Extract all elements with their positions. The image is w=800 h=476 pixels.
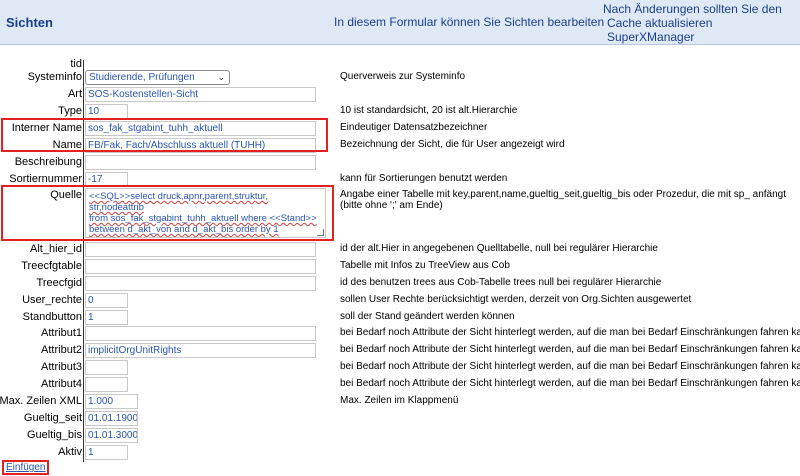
standbutton-label: Standbutton (22, 311, 82, 323)
beschreibung-input[interactable] (85, 155, 316, 170)
type-label: Type (58, 105, 82, 117)
aktiv-label: Aktiv (58, 446, 82, 458)
attribut1-input[interactable] (85, 326, 316, 341)
attribut2-label: Attribut2 (41, 344, 82, 356)
treecfgtable-label: Treecfgtable (21, 260, 82, 272)
systeminfo-select[interactable]: Studierende, Prüfungen ⌄ (85, 70, 230, 85)
name-label: Name (52, 139, 82, 151)
sortiernummer-desc: kann für Sortierungen benutzt werden (340, 173, 508, 184)
cache-note-line2: Cache aktualisieren (607, 16, 713, 30)
tid-label: tid (70, 58, 82, 70)
attribut4-desc: bei Bedarf noch Attribute der Sicht hint… (340, 378, 800, 389)
page-title: Sichten (6, 15, 53, 30)
einfuegen-button[interactable]: Einfügen (2, 460, 50, 475)
name-desc: Bezeichnung der Sicht, die für User ange… (340, 139, 565, 150)
chevron-down-icon: ⌄ (217, 72, 225, 82)
label-divider (83, 60, 84, 462)
page-header: Sichten In diesem Formular können Sie Si… (0, 0, 800, 45)
max-zeilen-input[interactable]: 1.000 (85, 394, 138, 409)
attribut2-input[interactable]: implicitOrgUnitRights (85, 343, 316, 358)
aktiv-input[interactable]: 1 (85, 445, 128, 460)
sortiernummer-input[interactable]: -17 (85, 172, 128, 187)
quelle-desc-line2: (bitte ohne ';' am Ende) (340, 200, 443, 211)
quelle-textarea[interactable]: <<SQL>>select druck,apnr,parent,struktur… (85, 188, 326, 238)
name-input[interactable]: FB/Fak, Fach/Abschluss aktuell (TUHH) (85, 138, 316, 153)
standbutton-input[interactable]: 1 (85, 310, 128, 325)
systeminfo-label: Systeminfo (27, 71, 82, 83)
systeminfo-value: Studierende, Prüfungen (89, 72, 195, 83)
beschreibung-label: Beschreibung (14, 156, 82, 168)
treecfgtable-desc: Tabelle mit Infos zu TreeView aus Cob (340, 260, 510, 271)
quelle-desc-line1: Angabe einer Tabelle mit key,parent,name… (340, 189, 787, 200)
attribut1-label: Attribut1 (41, 327, 82, 339)
quelle-line1: <<SQL>>select druck,apnr,parent,struktur… (89, 191, 269, 213)
gueltig-seit-input[interactable]: 01.01.1900 (85, 411, 138, 426)
gueltig-seit-label: Gueltig_seit (23, 412, 82, 424)
max-zeilen-desc: Max. Zeilen im Klappmenü (340, 395, 459, 406)
quelle-line3: between d_akt_von and d_akt_bis order by… (89, 224, 279, 235)
gueltig-bis-input[interactable]: 01.01.3000 (85, 428, 138, 443)
user-rechte-desc: sollen User Rechte berücksichtigt werden… (340, 294, 692, 305)
user-rechte-input[interactable]: 0 (85, 293, 128, 308)
treecfgid-label: Treecfgid (36, 277, 82, 289)
cache-note: Nach Änderungen sollten Sie den Cache ak… (603, 2, 800, 44)
attribut3-desc: bei Bedarf noch Attribute der Sicht hint… (340, 361, 800, 372)
attribut1-desc: bei Bedarf noch Attribute der Sicht hint… (340, 327, 800, 338)
attribut4-label: Attribut4 (41, 378, 82, 390)
resize-grip-icon[interactable] (317, 229, 324, 236)
max-zeilen-label: Max. Zeilen XML (0, 395, 82, 407)
attribut2-desc: bei Bedarf noch Attribute der Sicht hint… (340, 344, 800, 355)
sortiernummer-label: Sortiernummer (9, 173, 82, 185)
attribut3-input[interactable] (85, 360, 128, 375)
type-input[interactable]: 10 (85, 104, 128, 119)
user-rechte-label: User_rechte (22, 294, 82, 306)
cache-note-line1: Nach Änderungen sollten Sie den (603, 2, 782, 16)
attribut4-input[interactable] (85, 377, 128, 392)
treecfgid-input[interactable] (85, 276, 316, 291)
art-input[interactable]: SOS-Kostenstellen-Sicht (85, 87, 316, 102)
treecfgid-desc: id des benutzen trees aus Cob-Tabelle tr… (340, 277, 662, 288)
quelle-line2: from sos_fak_stgabint_tuhh_aktuell where… (89, 213, 317, 224)
alt-hier-id-desc: id der alt.Hier in angegebenen Quelltabe… (340, 243, 658, 254)
attribut3-label: Attribut3 (41, 361, 82, 373)
standbutton-desc: soll der Stand geändert werden können (340, 311, 515, 322)
interner-name-input[interactable]: sos_fak_stgabint_tuhh_aktuell (85, 121, 316, 136)
treecfgtable-input[interactable] (85, 259, 316, 274)
alt-hier-id-label: Alt_hier_id (30, 243, 82, 255)
art-label: Art (67, 88, 82, 100)
alt-hier-id-input[interactable] (85, 242, 316, 257)
gueltig-bis-label: Gueltig_bis (26, 429, 82, 441)
form-note: In diesem Formular können Sie Sichten be… (334, 15, 605, 29)
systeminfo-desc: Querverweis zur Systeminfo (340, 71, 466, 82)
interner-name-desc: Eindeutiger Datensatzbezeichner (340, 122, 488, 133)
quelle-label: Quelle (50, 189, 82, 201)
type-desc: 10 ist standardsicht, 20 ist alt.Hierarc… (340, 105, 518, 116)
interner-name-label: Interner Name (11, 122, 82, 134)
superxmanager-link[interactable]: SuperXManager (603, 30, 800, 44)
